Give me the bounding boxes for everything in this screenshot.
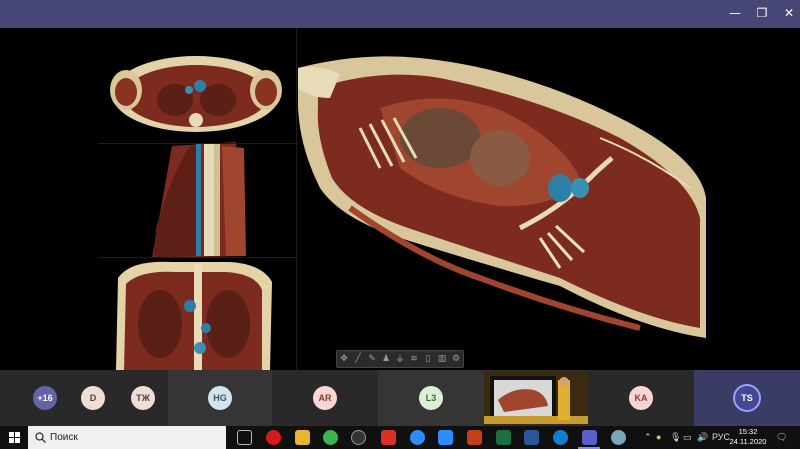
self-participant-tile[interactable]: TS: [694, 370, 800, 426]
teams-icon[interactable]: [582, 430, 597, 445]
overflow-participants-avatar[interactable]: +16: [33, 386, 57, 410]
axial-section-image: [110, 56, 282, 132]
word-icon[interactable]: [524, 430, 539, 445]
participant-tile[interactable]: AR: [272, 370, 378, 426]
close-button[interactable]: ✕: [782, 6, 796, 20]
windows-start-icon[interactable]: [9, 432, 20, 443]
viewport-divider: [296, 28, 297, 370]
clock-time: 15:32: [738, 427, 758, 436]
microphone-icon[interactable]: 🎙: [670, 430, 681, 445]
viewport-divider: [98, 143, 296, 144]
network-app-icon[interactable]: ●: [656, 430, 661, 445]
app-icon[interactable]: [611, 430, 626, 445]
search-icon: [35, 432, 46, 443]
maximize-button[interactable]: ❐: [755, 6, 769, 20]
network-icon[interactable]: ▭: [683, 430, 692, 445]
viewport-divider: [98, 257, 296, 258]
participant-avatar: TS: [735, 386, 759, 410]
participant-avatar: AR: [313, 386, 337, 410]
volume-icon[interactable]: 🔊: [697, 430, 708, 445]
taskbar-clock[interactable]: 15:32 24.11.2020: [728, 427, 768, 447]
taskbar: Поиск ⌃ ● 🎙 ▭ 🔊 РУС 15:32 24.11.2020 🗨: [0, 426, 800, 449]
minimize-button[interactable]: —: [728, 6, 742, 20]
shared-screen[interactable]: ✥ ╱ ✎ ♟ ⚶ ≋ ▯ ▥ ⚙: [0, 28, 800, 370]
body-tool-icon[interactable]: ♟: [381, 353, 391, 365]
anydesk-icon[interactable]: [381, 430, 396, 445]
teams-title-bar: — ❐ ✕: [0, 0, 800, 28]
layers-tool-icon[interactable]: ≋: [409, 353, 419, 365]
pen-tool-icon[interactable]: ✎: [367, 353, 377, 365]
viewer-toolbar: ✥ ╱ ✎ ♟ ⚶ ≋ ▯ ▥ ⚙: [336, 350, 464, 368]
table-tool-icon[interactable]: ▯: [423, 353, 433, 365]
settings-tool-icon[interactable]: ⚙: [451, 353, 461, 365]
clock-date: 24.11.2020: [729, 437, 767, 446]
powerpoint-icon[interactable]: [467, 430, 482, 445]
file-explorer-icon[interactable]: [295, 430, 310, 445]
sagittal-section-image: [152, 142, 246, 258]
coronal-section-image: [116, 261, 272, 370]
notifications-icon[interactable]: 🗨: [776, 430, 787, 445]
chrome-icon[interactable]: [323, 430, 338, 445]
participant-tile[interactable]: L3: [378, 370, 484, 426]
participant-avatar[interactable]: D: [81, 386, 105, 410]
move-tool-icon[interactable]: ✥: [339, 353, 349, 365]
participant-tile[interactable]: KA: [588, 370, 694, 426]
stamp-tool-icon[interactable]: ⚶: [395, 353, 405, 365]
participant-tile[interactable]: HG: [168, 370, 272, 426]
taskbar-search-box[interactable]: Поиск: [28, 426, 226, 449]
opera-browser-icon[interactable]: [266, 430, 281, 445]
panel-tool-icon[interactable]: ▥: [437, 353, 447, 365]
participant-avatar[interactable]: ТЖ: [131, 386, 155, 410]
anatomy-viewer: [110, 56, 706, 370]
zoom-meetings-icon[interactable]: [438, 430, 453, 445]
chevron-up-icon[interactable]: ⌃: [644, 430, 652, 445]
participant-avatar: KA: [629, 386, 653, 410]
participant-gallery: +16 D ТЖ HG AR L3 KA TS: [0, 370, 800, 426]
participant-avatar: HG: [208, 386, 232, 410]
video-frame-image: [484, 372, 588, 424]
app-icon[interactable]: [351, 430, 366, 445]
task-view-icon[interactable]: [237, 430, 252, 445]
3d-body-image: [298, 56, 706, 338]
participant-avatar: L3: [419, 386, 443, 410]
edge-browser-icon[interactable]: [553, 430, 568, 445]
excel-icon[interactable]: [496, 430, 511, 445]
scalpel-tool-icon[interactable]: ╱: [353, 353, 363, 365]
participant-video[interactable]: [484, 372, 588, 424]
zoom-icon[interactable]: [410, 430, 425, 445]
